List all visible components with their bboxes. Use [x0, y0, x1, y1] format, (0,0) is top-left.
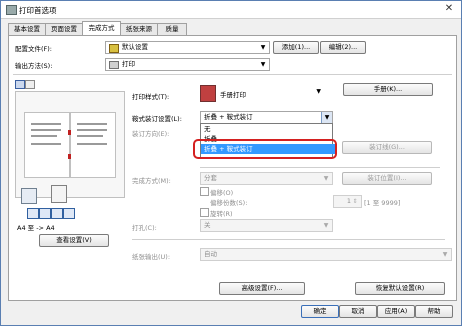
- binding-direction-label: 装订方向(E):: [132, 130, 170, 138]
- preview-page-left: [24, 112, 70, 178]
- preview-area: [15, 91, 125, 198]
- tab-quality[interactable]: 质量: [157, 23, 187, 35]
- chevron-down-icon: ▼: [323, 175, 329, 182]
- print-preferences-window: 打印首选项 ✕ 基本设置 页面设置 完成方式 纸张来源 质量 配置文件(F): …: [0, 0, 462, 326]
- tab-finishing[interactable]: 完成方式: [82, 21, 121, 36]
- apply-button[interactable]: 应用(A): [377, 305, 415, 318]
- spinner-icon: ⇕: [352, 198, 358, 205]
- preview-toggle-icon[interactable]: [15, 80, 25, 89]
- finishing-select[interactable]: 分套 ▼: [200, 172, 333, 185]
- window-title: 打印首选项: [19, 6, 57, 15]
- chevron-down-icon: ▼: [323, 222, 329, 229]
- chevron-down-icon[interactable]: ▼: [321, 112, 332, 123]
- rotate-label: 旋转(R): [210, 210, 233, 218]
- profile-label: 配置文件(F):: [15, 45, 53, 53]
- chevron-down-icon: ▼: [316, 88, 321, 95]
- separator: [13, 74, 452, 75]
- chevron-down-icon: ▼: [260, 44, 266, 51]
- restore-defaults-button[interactable]: 恢复默认设置(R): [355, 282, 445, 295]
- tab-panel: 配置文件(F): 默认设置 ▼ 添加(1)... 编辑(2)... 输出方法(S…: [8, 35, 457, 301]
- close-icon[interactable]: ✕: [442, 3, 456, 15]
- chevron-down-icon: ▼: [442, 251, 448, 258]
- paper-output-label: 纸张输出(U):: [132, 253, 171, 261]
- output-method-label: 输出方法(S):: [15, 62, 53, 70]
- page-icon: [63, 208, 75, 219]
- manual-button[interactable]: 手册(K)...: [343, 83, 433, 96]
- chevron-down-icon: ▼: [260, 61, 266, 68]
- tab-paper-source[interactable]: 纸张来源: [120, 23, 158, 35]
- title-bar: 打印首选项 ✕: [1, 1, 461, 19]
- offset-count-label: 偏移份数(S):: [210, 199, 248, 207]
- print-style-select[interactable]: 手册打印 ▼: [200, 84, 323, 102]
- gutter-button[interactable]: 装订线(G)...: [342, 141, 432, 154]
- printer-icon: [109, 61, 119, 69]
- staple-mark-icon: [68, 130, 71, 135]
- booklet-icon: [21, 188, 37, 204]
- print-style-label: 打印样式(T):: [132, 93, 170, 101]
- page-size-info: A4 至 -> A4: [17, 224, 55, 232]
- advanced-settings-button[interactable]: 高级设置(F)...: [219, 282, 305, 295]
- layout-toggle-icon[interactable]: [25, 80, 35, 89]
- ok-button[interactable]: 确定: [301, 305, 339, 318]
- edit-profile-button[interactable]: 编辑(2)...: [320, 41, 366, 54]
- view-settings-button[interactable]: 查看设置(V): [39, 234, 109, 247]
- tab-page-setup[interactable]: 页面设置: [45, 23, 83, 35]
- offset-checkbox[interactable]: [200, 187, 209, 196]
- rotate-checkbox[interactable]: [200, 208, 209, 217]
- add-profile-button[interactable]: 添加(1)...: [273, 41, 319, 54]
- preview-page-right: [70, 112, 116, 178]
- dropdown-option-none[interactable]: 无: [201, 124, 335, 134]
- profile-select[interactable]: 默认设置 ▼: [105, 41, 270, 54]
- help-button[interactable]: 帮助: [415, 305, 453, 318]
- booklet-setting-label: 鞍式装订设置(L):: [132, 115, 182, 123]
- page-icon: [27, 208, 39, 219]
- booklet-style-icon: [200, 85, 216, 102]
- separator: [200, 167, 440, 168]
- punch-select[interactable]: 关 ▼: [200, 219, 333, 232]
- separator: [132, 239, 445, 240]
- finishing-label: 完成方式(M):: [132, 177, 171, 185]
- printer-icon: [6, 5, 17, 15]
- tab-basic[interactable]: 基本设置: [8, 23, 46, 35]
- offset-range: [1 至 9999]: [364, 199, 401, 207]
- staple-position-button[interactable]: 装订位置(I)...: [342, 172, 432, 185]
- punch-label: 打孔(C):: [132, 224, 157, 232]
- page-icon: [51, 208, 63, 219]
- paper-output-select[interactable]: 自动 ▼: [200, 248, 452, 261]
- offset-count-stepper[interactable]: 1 ⇕: [333, 195, 362, 208]
- output-method-select[interactable]: 打印 ▼: [105, 58, 270, 71]
- page-icon: [39, 208, 51, 219]
- offset-label: 偏移(O): [210, 189, 234, 197]
- profile-icon: [109, 44, 119, 53]
- staple-mark-icon: [68, 154, 71, 159]
- highlight-box: [193, 139, 337, 159]
- copies-icon: [51, 185, 67, 203]
- cancel-button[interactable]: 取消: [339, 305, 377, 318]
